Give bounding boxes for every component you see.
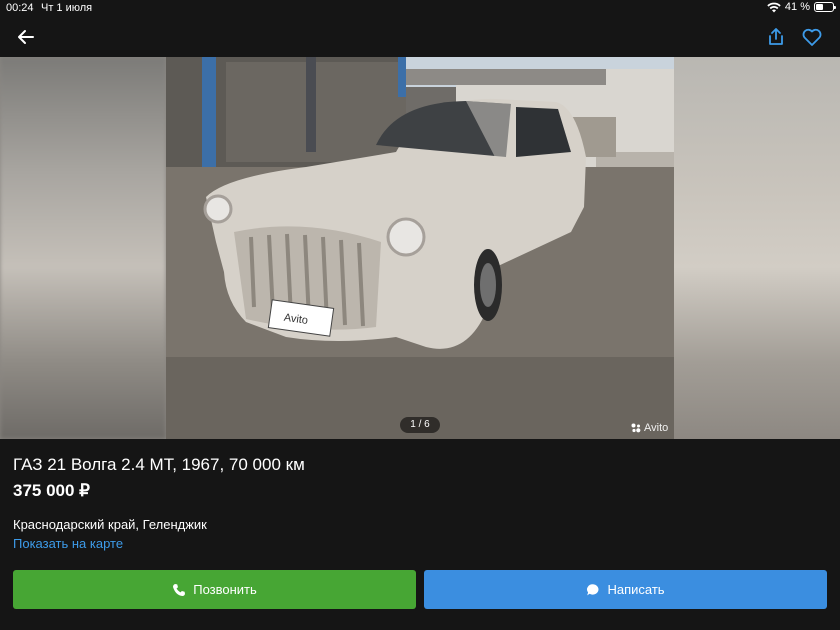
share-icon (769, 28, 783, 45)
battery-icon (814, 2, 836, 12)
chat-bubble-icon (587, 583, 599, 595)
avito-logo-icon (631, 423, 641, 433)
phone-icon (173, 583, 186, 596)
show-on-map-link[interactable]: Показать на карте (13, 536, 823, 552)
gallery-blur-right (674, 57, 840, 439)
avito-watermark: Avito (631, 422, 668, 434)
status-time: 00:24 (6, 2, 34, 14)
call-button[interactable]: Позвонить (13, 570, 416, 609)
listing-price: 375 000 ₽ (13, 481, 90, 500)
gallery-blur-left (0, 57, 166, 439)
status-bar: 00:24 Чт 1 июля 41 % (0, 0, 840, 16)
avito-watermark-text: Avito (644, 422, 669, 434)
listing-info: ГАЗ 21 Волга 2.4 MT, 1967, 70 000 км 375… (13, 455, 823, 552)
battery-percent: 41 % (784, 1, 810, 13)
car-photo-illustration: Avito (166, 57, 674, 439)
photo-counter: 1 / 6 (400, 417, 440, 433)
car-photo[interactable]: Avito (166, 57, 674, 439)
call-button-label: Позвонить (193, 582, 257, 597)
listing-location: Краснодарский край, Геленджик (13, 517, 207, 532)
battery-fill (816, 4, 823, 10)
write-message-button[interactable]: Написать (424, 570, 827, 609)
status-indicators: 41 % (767, 1, 836, 13)
photo-gallery[interactable]: Avito 1 / 6 Avito (0, 57, 840, 439)
share-button[interactable] (764, 25, 788, 49)
write-button-label: Написать (607, 582, 665, 597)
back-button[interactable] (14, 25, 38, 49)
nav-bar (0, 16, 840, 57)
heart-icon (802, 28, 822, 46)
status-date: Чт 1 июля (41, 2, 93, 14)
favorite-button[interactable] (800, 25, 824, 49)
listing-title: ГАЗ 21 Волга 2.4 MT, 1967, 70 000 км (13, 455, 305, 474)
wifi-icon (767, 2, 781, 12)
arrow-left-icon (18, 30, 34, 44)
